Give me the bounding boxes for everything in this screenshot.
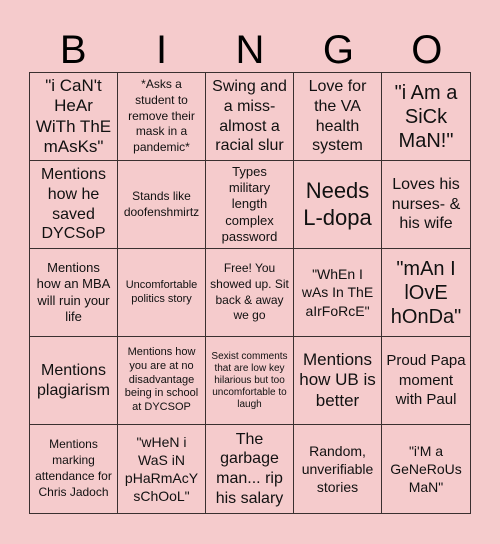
cell-text: Love for the VA health system: [308, 78, 367, 155]
bingo-cell[interactable]: Mentions how an MBA will ruin your life: [30, 249, 118, 337]
bingo-header: B I N G O: [29, 28, 471, 72]
bingo-board: "i CaN't HeAr WiTh ThE mAsKs" *Asks a st…: [29, 72, 471, 514]
cell-text: Mentions how an MBA will ruin your life: [36, 260, 111, 324]
cell-text: Stands like doofenshmirtz: [123, 188, 200, 219]
header-letter-g: G: [322, 28, 354, 72]
bingo-cell[interactable]: Loves his nurses- & his wife: [382, 161, 470, 249]
bingo-cell[interactable]: Mentions how he saved DYCSoP: [30, 161, 118, 249]
cell-text: Mentions how he saved DYCSoP: [41, 166, 106, 243]
header-letter-o: O: [411, 28, 443, 72]
header-letter-n: N: [235, 28, 265, 72]
cell-text: "i Am a SiCk MaN!": [394, 81, 458, 152]
cell-text: Loves his nurses- & his wife: [391, 176, 461, 233]
cell-text: Mentions how you are at no disadvantage …: [124, 346, 199, 414]
cell-text: "i CaN't HeAr WiTh ThE mAsKs": [35, 76, 112, 156]
bingo-cell[interactable]: "mAn I lOvE hOnDa": [382, 249, 470, 337]
bingo-cell[interactable]: Random, unverifiable stories: [294, 425, 382, 513]
cell-text: Mentions marking attendance for Chris Ja…: [35, 437, 112, 499]
bingo-cell[interactable]: Swing and a miss- almost a racial slur: [206, 73, 294, 161]
bingo-cell[interactable]: Types military length complex password: [206, 161, 294, 249]
bingo-cell[interactable]: Proud Papa moment with Paul: [382, 337, 470, 425]
bingo-cell[interactable]: Mentions marking attendance for Chris Ja…: [30, 425, 118, 513]
bingo-cell[interactable]: *Asks a student to remove their mask in …: [118, 73, 206, 161]
cell-text: *Asks a student to remove their mask in …: [128, 76, 195, 155]
cell-text: Random, unverifiable stories: [301, 442, 374, 496]
cell-text: Mentions how UB is better: [299, 350, 376, 410]
bingo-cell[interactable]: "wHeN i WaS iN pHaRmAcY sChOoL": [118, 425, 206, 513]
free-space-cell[interactable]: Free! You showed up. Sit back & away we …: [206, 249, 294, 337]
bingo-cell[interactable]: The garbage man... rip his salary: [206, 425, 294, 513]
cell-text: Needs L-dopa: [303, 178, 372, 230]
bingo-cell[interactable]: "i'M a GeNeRoUs MaN": [382, 425, 470, 513]
bingo-cell[interactable]: Love for the VA health system: [294, 73, 382, 161]
cell-text: "wHeN i WaS iN pHaRmAcY sChOoL": [124, 433, 199, 505]
cell-text: Types military length complex password: [221, 163, 278, 244]
bingo-cell[interactable]: "WhEn I wAs In ThE aIrFoRcE": [294, 249, 382, 337]
bingo-cell[interactable]: Mentions how you are at no disadvantage …: [118, 337, 206, 425]
cell-text: Free! You showed up. Sit back & away we …: [210, 260, 289, 323]
header-letter-b: B: [59, 28, 87, 72]
bingo-cell[interactable]: "i CaN't HeAr WiTh ThE mAsKs": [30, 73, 118, 161]
bingo-cell[interactable]: Needs L-dopa: [294, 161, 382, 249]
bingo-cell[interactable]: Uncomfortable politics story: [118, 249, 206, 337]
cell-text: Mentions plagiarism: [37, 361, 110, 399]
bingo-cell[interactable]: Stands like doofenshmirtz: [118, 161, 206, 249]
cell-text: Sexist comments that are low key hilario…: [211, 350, 288, 410]
cell-text: "i'M a GeNeRoUs MaN": [390, 442, 462, 496]
cell-text: "mAn I lOvE hOnDa": [390, 257, 462, 328]
cell-text: The garbage man... rip his salary: [215, 430, 284, 507]
bingo-cell[interactable]: "i Am a SiCk MaN!": [382, 73, 470, 161]
bingo-cell[interactable]: Sexist comments that are low key hilario…: [206, 337, 294, 425]
cell-text: "WhEn I wAs In ThE aIrFoRcE": [301, 266, 374, 319]
cell-text: Proud Papa moment with Paul: [386, 352, 466, 409]
bingo-cell[interactable]: Mentions plagiarism: [30, 337, 118, 425]
bingo-cell[interactable]: Mentions how UB is better: [294, 337, 382, 425]
cell-text: Swing and a miss- almost a racial slur: [212, 78, 287, 155]
cell-text: Uncomfortable politics story: [125, 278, 198, 305]
header-letter-i: I: [156, 28, 168, 72]
